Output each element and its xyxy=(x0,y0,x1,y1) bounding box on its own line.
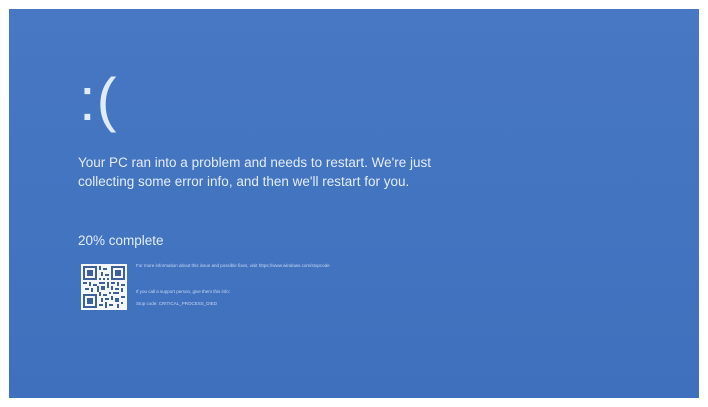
support-text: If you call a support person, give them … xyxy=(136,289,231,294)
progress-status: 20% complete xyxy=(78,233,164,248)
sad-face-emoticon: :( xyxy=(79,66,118,133)
blue-screen: :( Your PC ran into a problem and needs … xyxy=(9,9,699,398)
error-message: Your PC ran into a problem and needs to … xyxy=(78,155,432,189)
stop-code-text: Stop code: CRITICAL_PROCESS_DIED xyxy=(136,301,218,306)
qr-code-icon xyxy=(81,264,127,310)
info-link-text: For more information about this issue an… xyxy=(136,263,330,268)
